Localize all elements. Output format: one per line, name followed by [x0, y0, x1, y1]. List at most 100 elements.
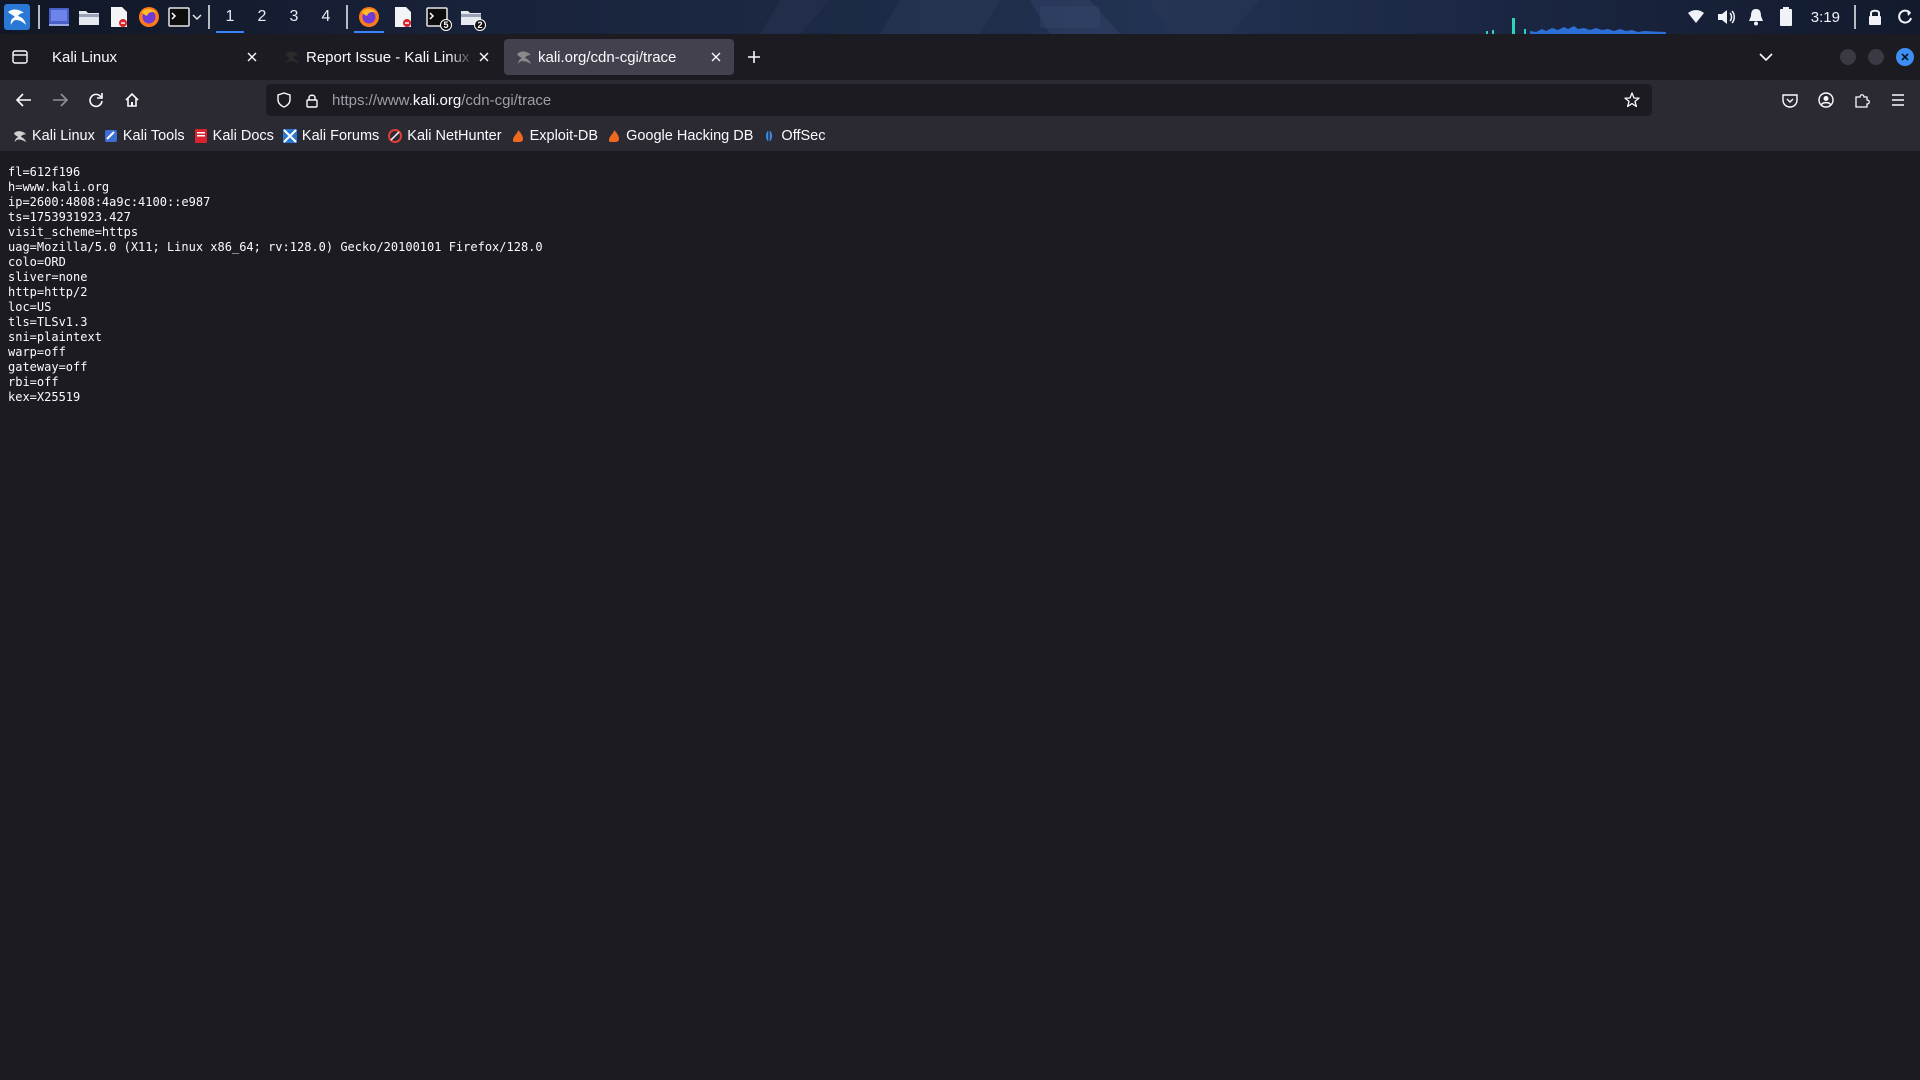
firefox-icon [139, 7, 159, 27]
workspace-1[interactable]: 1 [214, 0, 246, 34]
battery-indicator[interactable] [1771, 0, 1801, 34]
tracking-protection-button[interactable] [270, 84, 298, 116]
file-manager-launcher[interactable] [74, 0, 104, 34]
chevron-down-icon [192, 14, 202, 21]
text-editor-icon [395, 7, 411, 27]
url-text[interactable]: https://www.kali.org/cdn-cgi/trace [332, 92, 551, 109]
bookmark-label: Exploit-DB [529, 127, 599, 144]
workspace-label: 4 [321, 8, 331, 25]
task-text-editor[interactable] [386, 0, 420, 34]
lock-screen-button[interactable] [1860, 0, 1890, 34]
pocket-button[interactable] [1772, 84, 1808, 116]
trace-line: sliver=none [8, 270, 88, 284]
workspace-3[interactable]: 3 [278, 0, 310, 34]
show-desktop-button[interactable] [44, 0, 74, 34]
network-indicator[interactable] [1681, 0, 1711, 34]
text-editor-launcher[interactable] [104, 0, 134, 34]
trace-line: ts=1753931923.427 [8, 210, 131, 224]
trace-line: http=http/2 [8, 285, 88, 299]
firefox-view-button[interactable] [0, 34, 40, 80]
home-button[interactable] [114, 84, 150, 116]
bookmark-kali-docs[interactable]: Kali Docs [191, 122, 280, 150]
panel-separator [208, 5, 210, 29]
offsec-icon [761, 128, 777, 144]
bookmark-exploit-db[interactable]: Exploit-DB [508, 122, 605, 150]
bookmark-label: OffSec [781, 127, 826, 144]
launcher-dropdown[interactable] [190, 0, 204, 34]
extensions-button[interactable] [1844, 84, 1880, 116]
list-all-tabs-button[interactable] [1748, 41, 1784, 73]
kali-tools-icon [103, 128, 119, 144]
trace-line: warp=off [8, 345, 66, 359]
kali-dragon-icon [517, 51, 531, 64]
bookmark-kali-forums[interactable]: Kali Forums [280, 122, 385, 150]
bookmark-offsec[interactable]: OffSec [759, 122, 831, 150]
nav-bar: https://www.kali.org/cdn-cgi/trace [0, 80, 1920, 120]
terminal-launcher[interactable] [164, 0, 190, 34]
battery-icon [1779, 7, 1792, 26]
trace-line: h=www.kali.org [8, 180, 110, 194]
bookmark-label: Kali Linux [32, 127, 95, 144]
trace-line: kex=X25519 [8, 390, 81, 404]
close-icon [247, 52, 257, 62]
bookmark-star-button[interactable] [1618, 84, 1646, 116]
site-info-button[interactable] [298, 84, 326, 116]
close-window-button[interactable] [1896, 48, 1914, 66]
tab-close-button[interactable] [474, 47, 494, 67]
workspace-2[interactable]: 2 [246, 0, 278, 34]
system-tray: 3:19 [1681, 0, 1920, 34]
kali-menu-button[interactable] [0, 0, 34, 34]
task-firefox[interactable] [352, 0, 386, 34]
tab-close-button[interactable] [242, 47, 262, 67]
text-editor-icon [111, 7, 127, 27]
bookmarks-toolbar: Kali Linux Kali Tools Kali Docs Kali For… [0, 120, 1920, 151]
bookmark-label: Kali Tools [122, 127, 185, 144]
firefox-launcher[interactable] [134, 0, 164, 34]
panel-clock[interactable]: 3:19 [1801, 9, 1850, 26]
new-tab-button[interactable] [736, 39, 772, 75]
home-icon [125, 92, 139, 107]
window-count-badge: 2 [474, 19, 486, 31]
task-file-manager-group[interactable]: 2 [454, 0, 488, 34]
trace-line: fl=612f196 [8, 165, 81, 179]
tab-cdn-cgi-trace[interactable]: kali.org/cdn-cgi/trace [504, 39, 734, 75]
back-button[interactable] [6, 84, 42, 116]
volume-control[interactable] [1711, 0, 1741, 34]
desktop-icon [49, 8, 69, 26]
task-terminal-group[interactable]: 5 [420, 0, 454, 34]
workspace-4[interactable]: 4 [310, 0, 342, 34]
kali-dragon-icon [285, 51, 299, 64]
reload-icon [89, 93, 103, 108]
panel-separator [38, 5, 40, 29]
bookmark-google-hacking-db[interactable]: Google Hacking DB [604, 122, 759, 150]
tab-close-button[interactable] [706, 47, 726, 67]
workspace-label: 3 [289, 8, 299, 25]
bookmark-kali-tools[interactable]: Kali Tools [101, 122, 191, 150]
trace-line: rbi=off [8, 375, 59, 389]
power-button[interactable] [1890, 0, 1920, 34]
forward-button[interactable] [42, 84, 78, 116]
tab-strip: Kali Linux Report Issue - Kali Linux Bug… [0, 34, 1920, 80]
padlock-icon [306, 94, 318, 108]
workspace-label: 2 [257, 8, 267, 25]
chevron-down-icon [1759, 53, 1773, 61]
address-bar[interactable]: https://www.kali.org/cdn-cgi/trace [266, 84, 1652, 116]
window-count-badge: 5 [440, 19, 452, 31]
cpu-graph [1486, 18, 1666, 34]
firefox-icon [359, 7, 379, 27]
terminal-icon [168, 7, 190, 27]
minimize-button[interactable] [1840, 49, 1856, 65]
kali-forums-icon [282, 128, 298, 144]
toolbar-actions [1772, 84, 1916, 116]
speaker-icon [1717, 10, 1735, 24]
account-button[interactable] [1808, 84, 1844, 116]
reload-button[interactable] [78, 84, 114, 116]
maximize-button[interactable] [1868, 49, 1884, 65]
trace-line: colo=ORD [8, 255, 66, 269]
bookmark-kali-linux[interactable]: Kali Linux [10, 122, 101, 150]
tab-kali-linux[interactable]: Kali Linux [40, 39, 270, 75]
app-menu-button[interactable] [1880, 84, 1916, 116]
bookmark-kali-nethunter[interactable]: Kali NetHunter [385, 122, 507, 150]
notifications-button[interactable] [1741, 0, 1771, 34]
tab-report-issue[interactable]: Report Issue - Kali Linux Bug Tracker [272, 39, 502, 75]
